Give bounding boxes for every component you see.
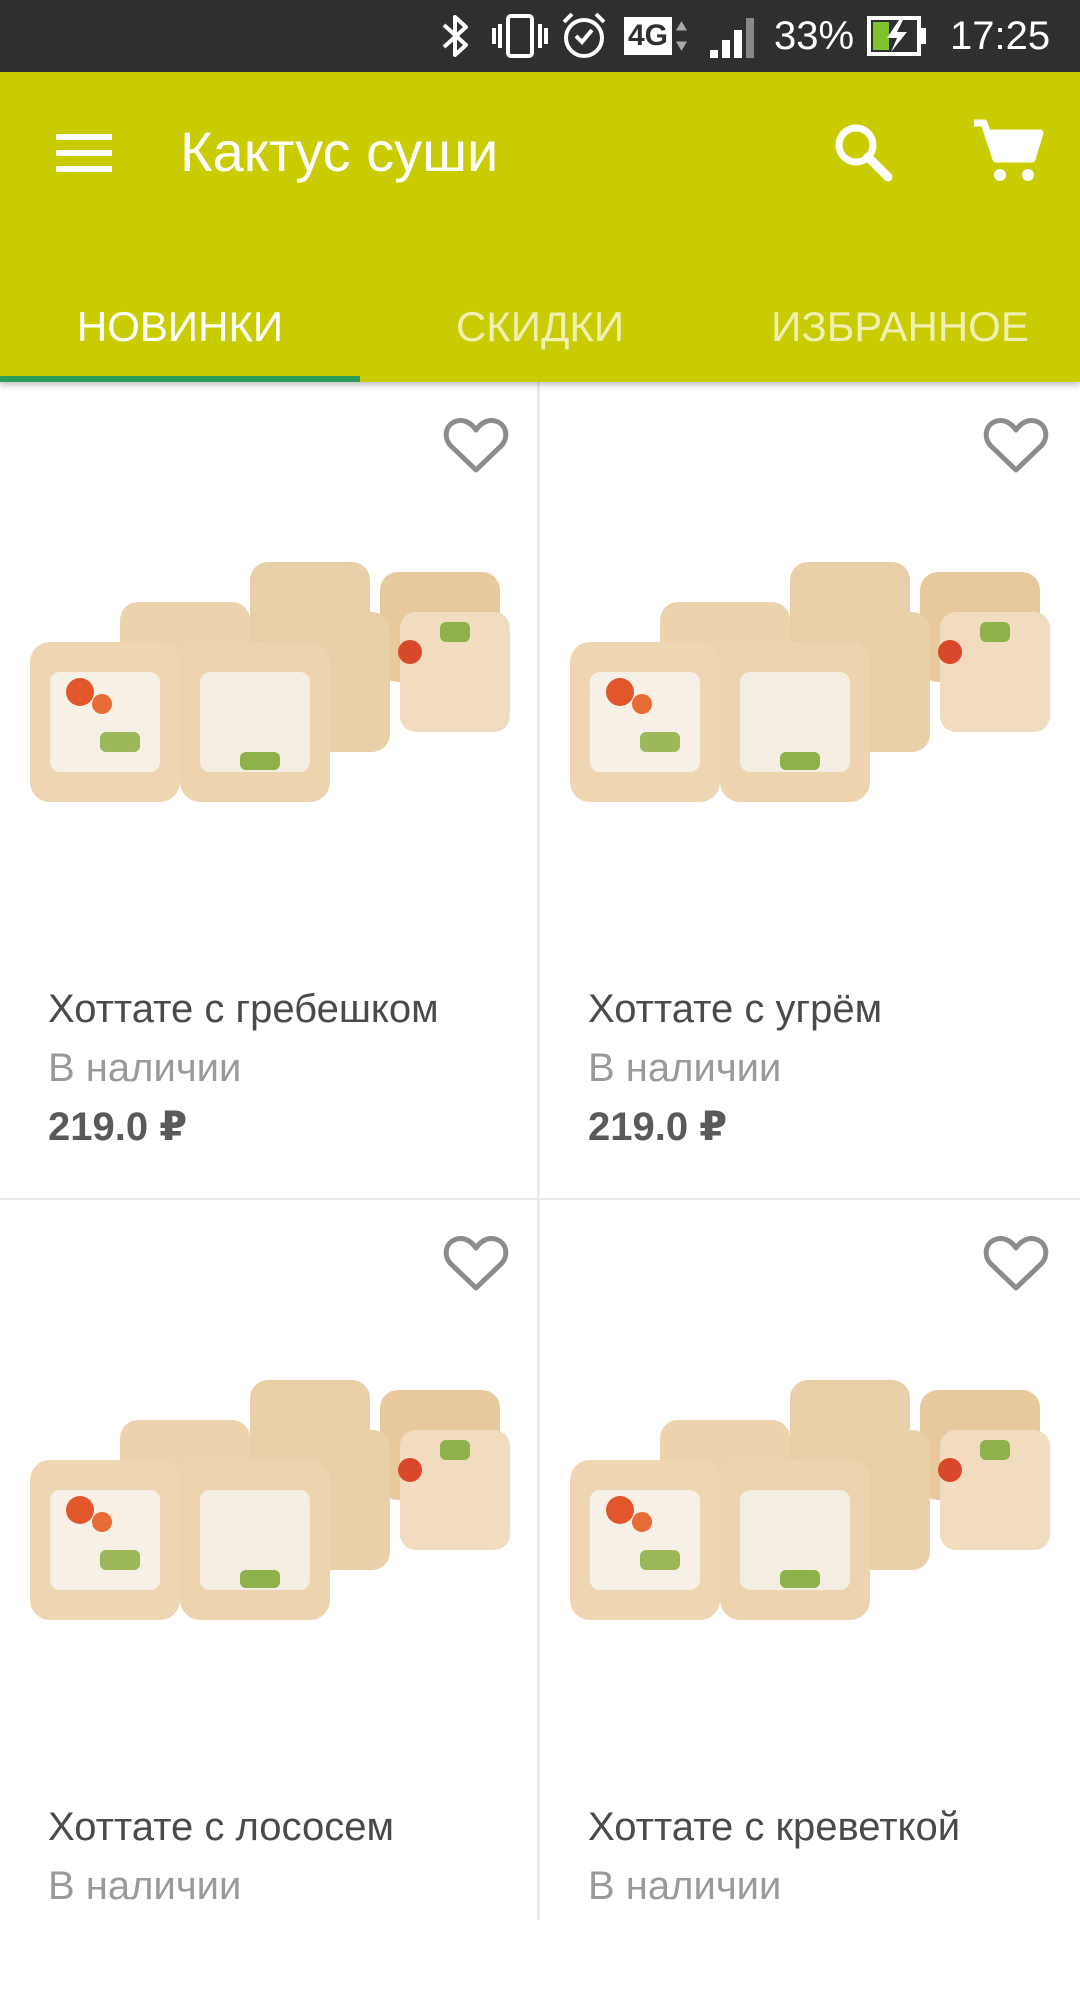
product-price: 219.0 ₽ <box>48 1105 188 1149</box>
signal-icon <box>706 0 762 72</box>
product-name: Хоттате с лососем <box>48 1805 394 1849</box>
product-card[interactable]: Хоттате с креветкой В наличии <box>540 1200 1077 2016</box>
favorite-button[interactable] <box>983 1234 1049 1294</box>
tab-favorites[interactable]: ИЗБРАННОЕ <box>720 272 1080 382</box>
alarm-icon <box>556 0 612 72</box>
app-title: Кактус суши <box>180 120 499 183</box>
heart-outline-icon <box>983 1236 1049 1291</box>
favorite-button[interactable] <box>983 416 1049 476</box>
heart-outline-icon <box>443 1236 509 1291</box>
cart-icon <box>974 119 1044 181</box>
tab-indicator <box>0 376 360 382</box>
product-name: Хоттате с угрём <box>588 987 883 1031</box>
network-4g-icon: 4G <box>624 0 688 72</box>
product-availability: В наличии <box>48 1864 242 1908</box>
product-card[interactable]: Хоттате с лососем В наличии <box>0 1200 537 2016</box>
product-availability: В наличии <box>48 1046 242 1090</box>
search-icon <box>835 124 893 182</box>
heart-outline-icon <box>443 418 509 473</box>
cart-button[interactable] <box>968 117 1048 187</box>
product-availability: В наличии <box>588 1046 782 1090</box>
vibrate-icon <box>488 0 552 72</box>
search-button[interactable] <box>828 117 898 187</box>
product-card[interactable]: Хоттате с угрём В наличии 219.0 ₽ <box>540 382 1077 1198</box>
heart-outline-icon <box>983 418 1049 473</box>
bluetooth-icon <box>436 0 476 72</box>
product-grid: Хоттате с гребешком В наличии 219.0 ₽ Хо… <box>0 382 1080 2016</box>
sushi-image <box>570 1380 1050 1620</box>
product-name: Хоттате с креветкой <box>588 1805 961 1849</box>
menu-button[interactable] <box>44 120 124 180</box>
product-availability: В наличии <box>588 1864 782 1908</box>
favorite-button[interactable] <box>443 1234 509 1294</box>
tab-discounts[interactable]: СКИДКИ <box>360 272 720 382</box>
tab-bar: НОВИНКИ СКИДКИ ИЗБРАННОЕ <box>0 272 1080 382</box>
status-bar: 4G 33% 17:25 <box>0 0 1080 72</box>
product-name: Хоттате с гребешком <box>48 987 439 1031</box>
battery-percent: 33% <box>774 14 855 58</box>
battery-charging-icon <box>866 0 928 72</box>
product-price: 219.0 ₽ <box>588 1105 728 1149</box>
sushi-image <box>30 1380 510 1620</box>
app-bar: Кактус суши НОВИНКИ СКИДКИ ИЗБРАННОЕ <box>0 72 1080 382</box>
tab-new[interactable]: НОВИНКИ <box>0 272 360 382</box>
sushi-image <box>30 562 510 802</box>
clock: 17:25 <box>950 14 1051 58</box>
product-card[interactable]: Хоттате с гребешком В наличии 219.0 ₽ <box>0 382 537 1198</box>
sushi-image <box>570 562 1050 802</box>
favorite-button[interactable] <box>443 416 509 476</box>
